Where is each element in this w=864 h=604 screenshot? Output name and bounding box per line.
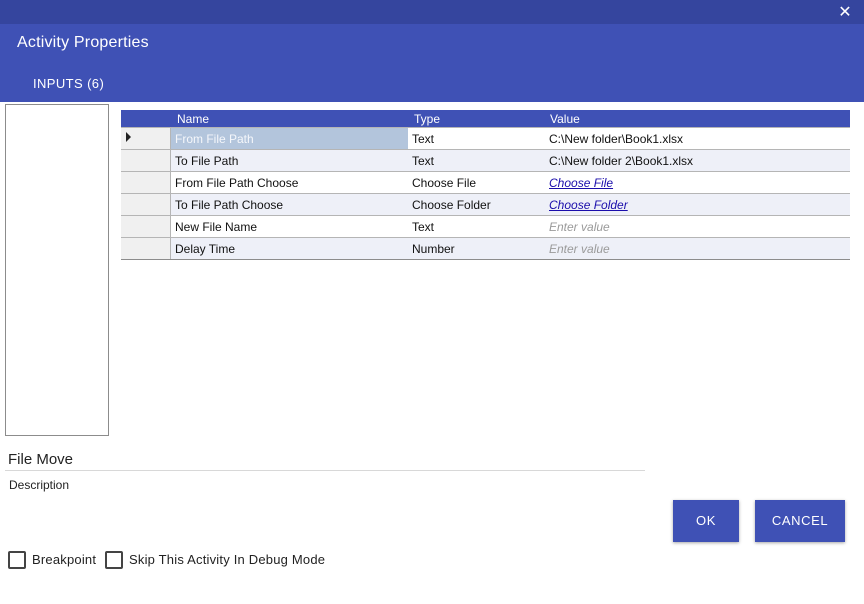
activity-name-underline xyxy=(5,470,645,471)
grid-body: From File Path Text C:\New folder\Book1.xl… xyxy=(121,127,850,259)
table-row[interactable]: From File Path Choose Choose File Choose F… xyxy=(121,171,850,193)
cell-name[interactable]: To File Path xyxy=(175,154,238,168)
close-icon[interactable]: ✕ xyxy=(836,4,854,22)
current-row-arrow-icon xyxy=(126,132,131,142)
column-header-type: Type xyxy=(414,112,441,126)
table-row[interactable]: To File Path Choose Choose Folder Choose F… xyxy=(121,193,850,215)
choose-link[interactable]: Choose File xyxy=(549,176,613,190)
dialog-title: Activity Properties xyxy=(17,34,149,51)
cell-name[interactable]: From File Path Choose xyxy=(175,176,298,190)
activity-properties-dialog: ✕ Activity Properties INPUTS (6) Name Ty… xyxy=(0,0,864,604)
cell-type: Choose Folder xyxy=(412,198,491,212)
table-row[interactable]: From File Path Text C:\New folder\Book1.xl… xyxy=(121,127,850,149)
dialog-header: ✕ Activity Properties INPUTS (6) xyxy=(0,0,864,102)
table-row[interactable]: New File Name Text Enter value xyxy=(121,215,850,237)
cell-type: Text xyxy=(412,132,435,146)
row-header[interactable] xyxy=(121,172,171,193)
table-row[interactable]: To File Path Text C:\New folder 2\Book1.xl… xyxy=(121,149,850,171)
table-row[interactable]: Delay Time Number Enter value xyxy=(121,237,850,259)
value-input[interactable]: C:\New folder 2\Book1.xlsx xyxy=(549,154,693,168)
breakpoint-label: Breakpoint xyxy=(32,552,97,567)
cell-type: Choose File xyxy=(412,176,477,190)
row-header[interactable] xyxy=(121,238,171,259)
header-topbar xyxy=(0,0,864,24)
description-label[interactable]: Description xyxy=(9,478,69,492)
skip-debug-label: Skip This Activity In Debug Mode xyxy=(129,552,326,567)
value-input[interactable]: C:\New folder\Book1.xlsx xyxy=(549,132,683,146)
cell-name[interactable]: Delay Time xyxy=(175,242,235,256)
value-input[interactable]: Enter value xyxy=(549,220,610,234)
breakpoint-checkbox[interactable] xyxy=(8,551,26,569)
cell-name[interactable]: New File Name xyxy=(175,220,257,234)
cancel-button[interactable]: CANCEL xyxy=(755,500,845,542)
cell-type: Number xyxy=(412,242,455,256)
skip-debug-checkbox[interactable] xyxy=(105,551,123,569)
ok-button[interactable]: OK xyxy=(673,500,739,542)
row-header[interactable] xyxy=(121,128,171,149)
inputs-grid: Name Type Value From File Path Text C:\New… xyxy=(121,110,850,260)
row-header[interactable] xyxy=(121,216,171,237)
column-header-value: Value xyxy=(550,112,580,126)
cell-type: Text xyxy=(412,154,435,168)
row-header[interactable] xyxy=(121,150,171,171)
column-header-name: Name xyxy=(177,112,210,126)
row-header[interactable] xyxy=(121,194,171,215)
activity-list-panel xyxy=(5,104,109,436)
grid-header: Name Type Value xyxy=(121,110,850,127)
cell-type: Text xyxy=(412,220,435,234)
value-input[interactable]: Enter value xyxy=(549,242,610,256)
activity-name[interactable]: File Move xyxy=(8,451,73,468)
tab-inputs[interactable]: INPUTS (6) xyxy=(33,76,104,91)
choose-link[interactable]: Choose Folder xyxy=(549,198,628,212)
cell-name[interactable]: From File Path xyxy=(171,128,408,149)
cell-name[interactable]: To File Path Choose xyxy=(175,198,283,212)
